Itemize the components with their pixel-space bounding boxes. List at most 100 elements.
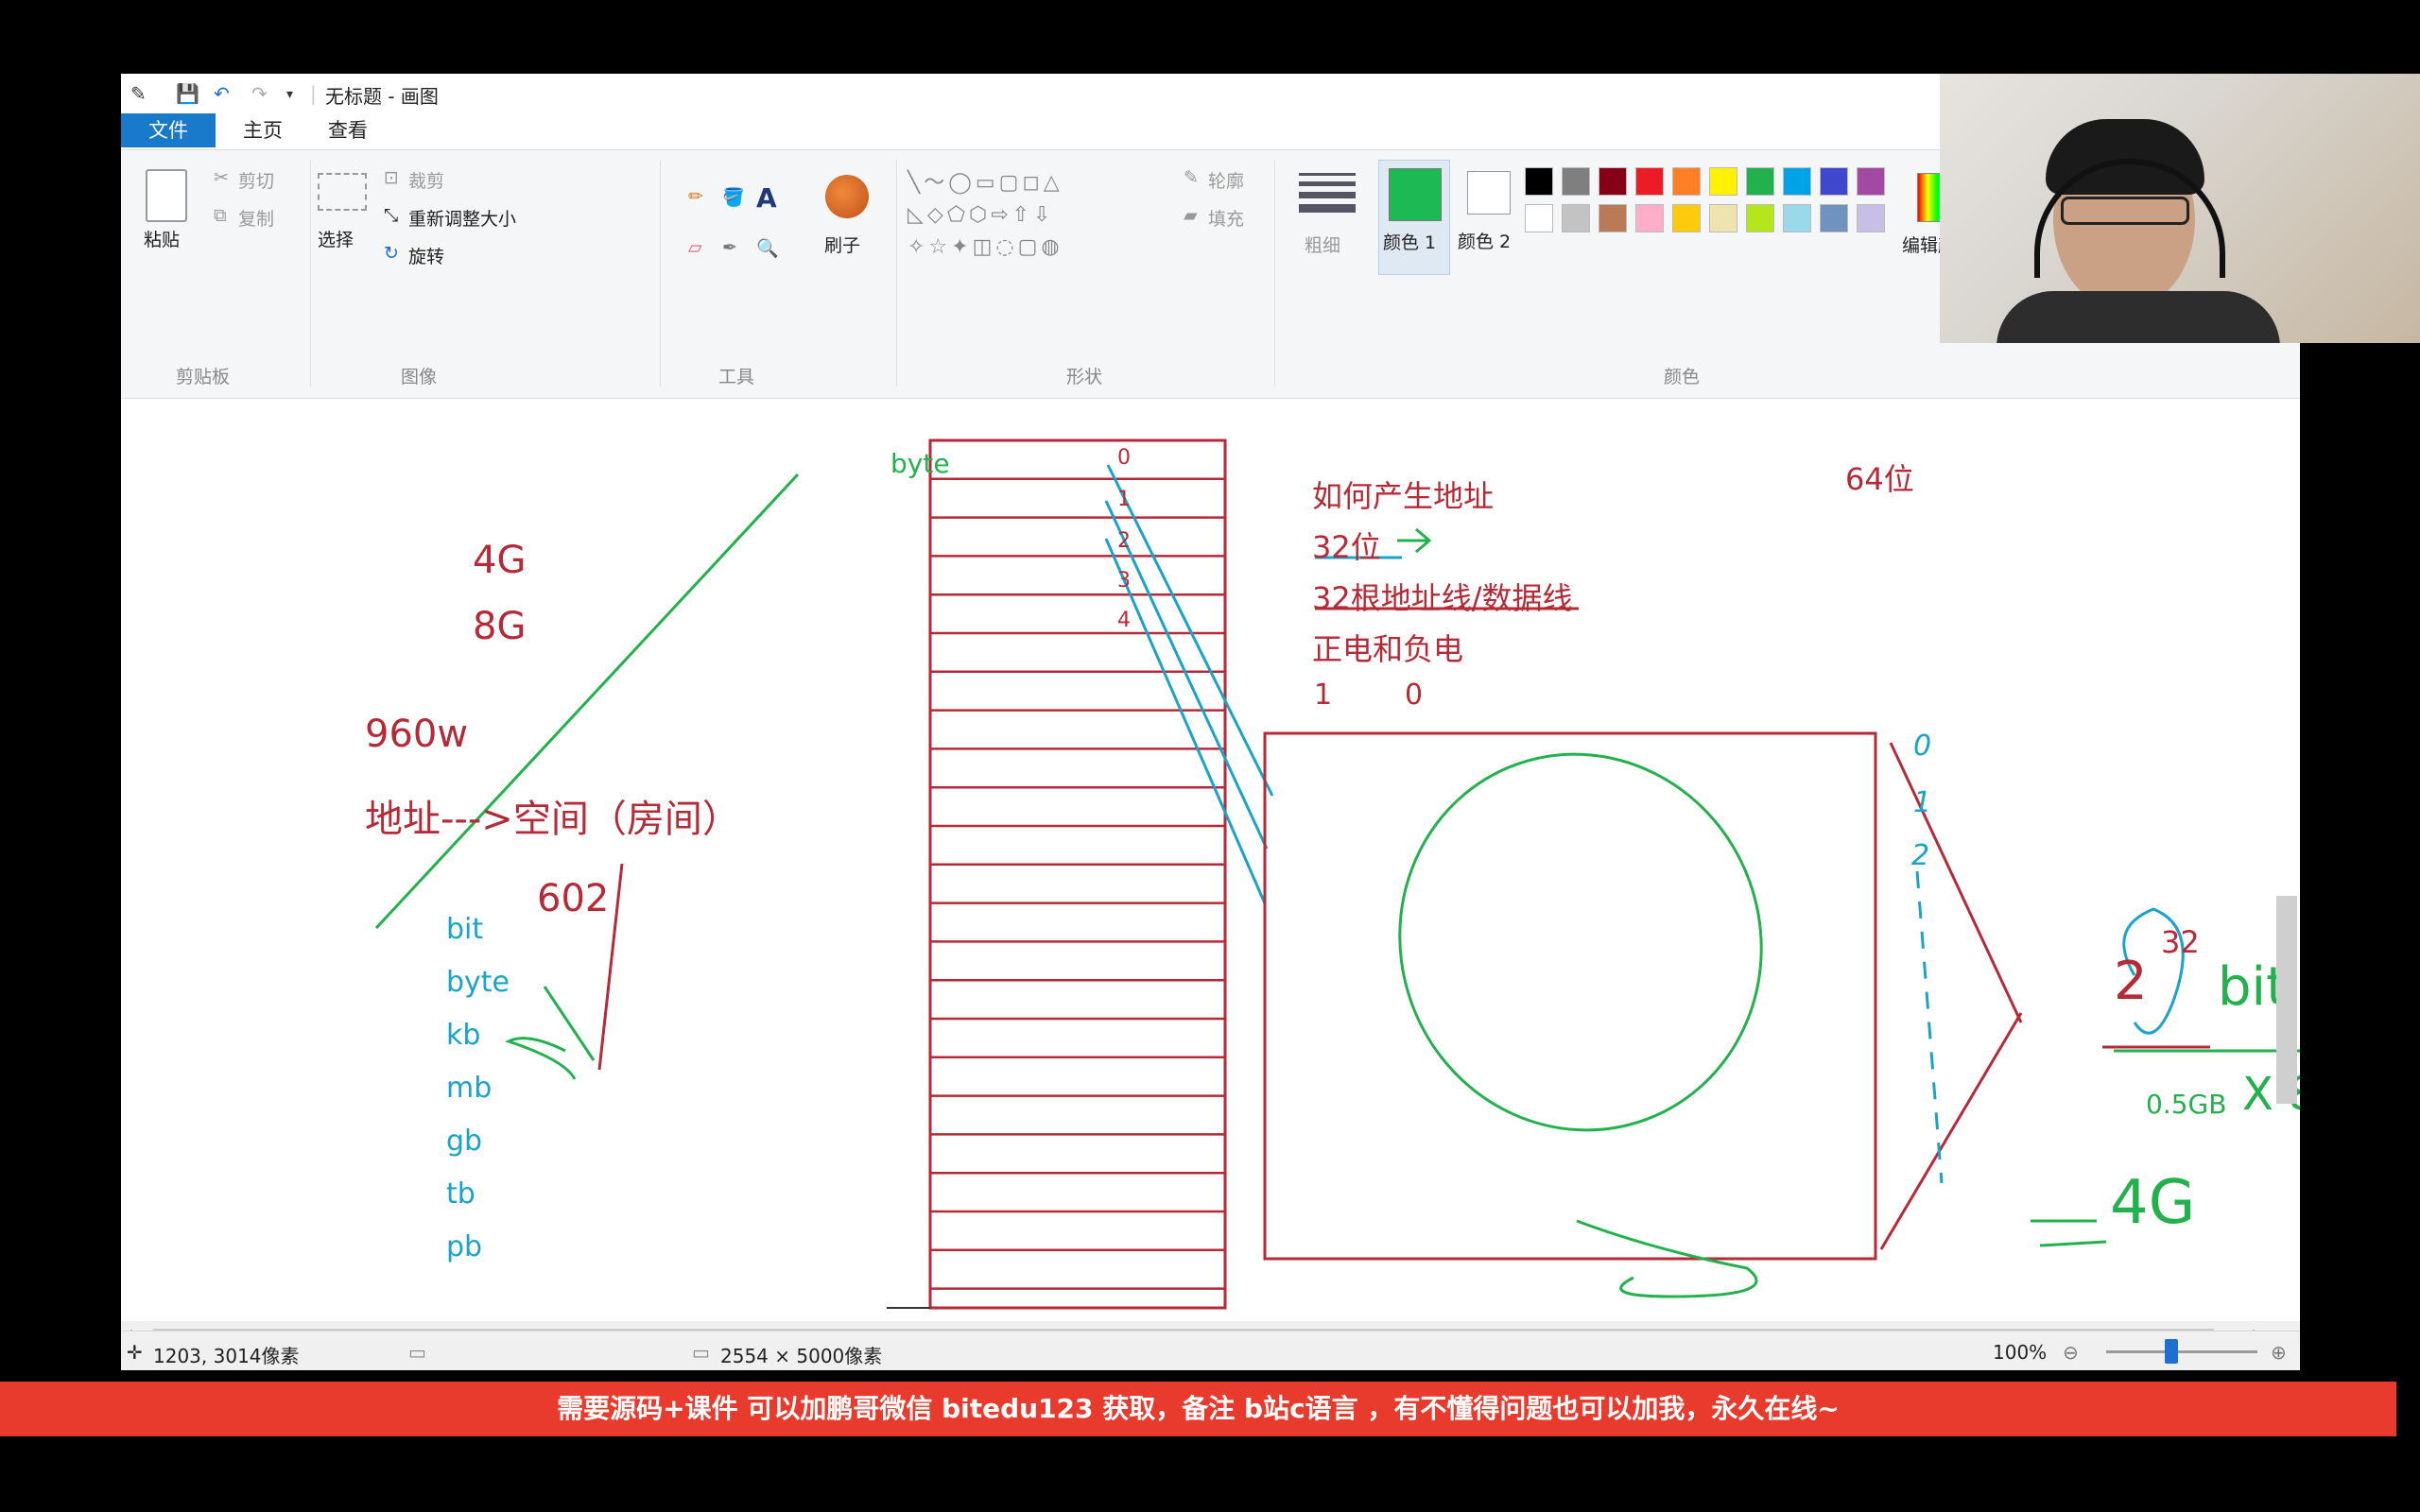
palette-swatch[interactable] <box>1820 204 1848 232</box>
cut-button[interactable]: 剪切 <box>238 167 274 193</box>
zoom-slider[interactable] <box>2106 1350 2257 1353</box>
memory-column <box>928 438 1227 1310</box>
palette-swatch[interactable] <box>1746 204 1774 232</box>
tab-view[interactable]: 查看 <box>310 113 386 147</box>
shapes-gallery[interactable]: ╲〜◯▭▢◻△ ◺◇⬠⬡⇨⇧⇩ ✧☆✦◫◌▢◍ <box>908 167 1153 271</box>
zoom-slider-thumb[interactable] <box>2165 1339 2178 1364</box>
resize-button[interactable]: 重新调整大小 <box>408 205 516 231</box>
unit-label: tb <box>446 1177 475 1211</box>
redo-icon[interactable]: ↷ <box>251 82 268 105</box>
unit-label: bit <box>446 913 484 946</box>
memory-cell-label: byte <box>890 448 950 479</box>
brushes-button[interactable]: 刷子 <box>824 232 860 257</box>
webcam-overlay <box>1940 74 2420 343</box>
palette-swatch[interactable] <box>1562 167 1590 196</box>
fill-icon[interactable]: 🪣 <box>722 186 745 208</box>
text-address-space: 地址--->空间（房间） <box>365 798 740 841</box>
text-32bit: 32位 <box>1312 529 1381 565</box>
drawing-canvas[interactable]: 4G 8G 960w 地址--->空间（房间） 602 bit byte kb mb g… <box>121 399 2300 1321</box>
green-bracket-mark <box>505 986 596 1080</box>
palette-swatch[interactable] <box>1857 167 1885 196</box>
palette-swatch[interactable] <box>1635 204 1664 232</box>
title-separator: | <box>310 82 317 105</box>
green-pointer-line <box>374 472 800 930</box>
palette-swatch[interactable] <box>1746 167 1774 196</box>
blue-address-line <box>1104 538 1267 904</box>
select-icon[interactable] <box>318 173 367 211</box>
palette-swatch[interactable] <box>1783 204 1811 232</box>
crop-icon[interactable]: ⊡ <box>384 167 399 188</box>
color2-swatch <box>1467 171 1511 215</box>
text-32-lines: 32根地址线/数据线 <box>1312 580 1573 616</box>
unit-label: pb <box>446 1230 483 1263</box>
group-label-image: 图像 <box>401 367 438 387</box>
green-ellipse <box>1398 752 1763 1132</box>
palette-swatch[interactable] <box>1525 204 1553 232</box>
brush-icon[interactable] <box>825 175 869 218</box>
zoom-out-icon[interactable]: ⊖ <box>2063 1341 2079 1364</box>
unit-label: byte <box>446 966 510 999</box>
palette-swatch[interactable] <box>1820 167 1848 196</box>
palette-swatch[interactable] <box>1525 167 1553 196</box>
note-index: 2 <box>1911 839 1930 872</box>
tab-file[interactable]: 文件 <box>121 113 216 147</box>
resize-icon[interactable]: ⤡ <box>384 205 398 226</box>
note-index: 0 <box>1913 730 1932 763</box>
zoom-in-icon[interactable]: ⊕ <box>2271 1341 2287 1364</box>
palette-swatch[interactable] <box>1599 167 1627 196</box>
separator <box>310 160 311 387</box>
rotate-button[interactable]: 旋转 <box>408 243 444 268</box>
palette-swatch[interactable] <box>1562 204 1590 232</box>
address-number: 1 <box>1117 488 1131 511</box>
selection-size-icon: ▭ <box>408 1341 426 1364</box>
group-label-shapes: 形状 <box>1066 367 1103 387</box>
separator <box>660 160 661 387</box>
outline-dropdown[interactable]: 轮廓 <box>1208 167 1244 193</box>
note-index: 1 <box>1913 786 1932 819</box>
color1-selector[interactable]: 颜色 1 <box>1378 160 1450 275</box>
text-tool-icon[interactable]: A <box>756 182 777 214</box>
palette-swatch[interactable] <box>1672 167 1701 196</box>
size-button[interactable]: 粗细 <box>1305 232 1340 257</box>
green-arrow <box>1397 527 1432 554</box>
cut-icon[interactable]: ✂ <box>214 167 229 188</box>
palette-swatch[interactable] <box>1599 204 1627 232</box>
color2-selector[interactable]: 颜色 2 <box>1454 160 1524 273</box>
color-picker-icon[interactable]: ✒ <box>722 237 737 258</box>
text-602: 602 <box>537 877 610 920</box>
note-4g: 4G <box>2110 1168 2196 1238</box>
outline-icon[interactable]: ✎ <box>1184 167 1199 188</box>
fill-dropdown[interactable]: 填充 <box>1208 205 1244 231</box>
fill-shape-icon[interactable]: ▰ <box>1184 205 1198 226</box>
copy-icon[interactable]: ⧉ <box>214 205 227 226</box>
pencil-icon[interactable]: ✏ <box>688 186 703 207</box>
text-zero: 0 <box>1405 679 1424 712</box>
status-bar: ✛ 1203, 3014像素 ▭ ▭ 2554 × 5000像素 100% ⊖ … <box>121 1331 2300 1370</box>
palette-swatch[interactable] <box>1709 204 1737 232</box>
eraser-icon[interactable]: ▱ <box>688 237 702 258</box>
palette-swatch[interactable] <box>1857 204 1885 232</box>
line-size-icon[interactable] <box>1299 173 1356 213</box>
tab-home[interactable]: 主页 <box>225 113 301 147</box>
magnifier-icon[interactable]: 🔍 <box>756 237 779 259</box>
address-number: 4 <box>1117 609 1131 632</box>
paint-app-icon: ✎ <box>130 82 147 105</box>
undo-icon[interactable]: ↶ <box>214 82 230 105</box>
crop-button[interactable]: 裁剪 <box>408 167 444 193</box>
color-palette[interactable] <box>1525 167 1903 281</box>
canvas-size: 2554 × 5000像素 <box>720 1345 883 1367</box>
rotate-icon[interactable]: ↻ <box>384 243 399 264</box>
quick-access-dropdown-icon[interactable]: ▾ <box>286 87 293 102</box>
unit-label: gb <box>446 1125 483 1158</box>
copy-button[interactable]: 复制 <box>238 205 274 231</box>
palette-swatch[interactable] <box>1672 204 1701 232</box>
paste-button[interactable]: 粘贴 <box>144 226 180 251</box>
note-exponent: 32 <box>2161 924 2200 960</box>
palette-swatch[interactable] <box>1635 167 1664 196</box>
paste-icon[interactable] <box>146 169 187 222</box>
vertical-scroll-thumb[interactable] <box>2276 896 2297 1104</box>
palette-swatch[interactable] <box>1783 167 1811 196</box>
select-button[interactable]: 选择 <box>318 226 354 251</box>
save-icon[interactable]: 💾 <box>176 82 199 105</box>
palette-swatch[interactable] <box>1709 167 1737 196</box>
